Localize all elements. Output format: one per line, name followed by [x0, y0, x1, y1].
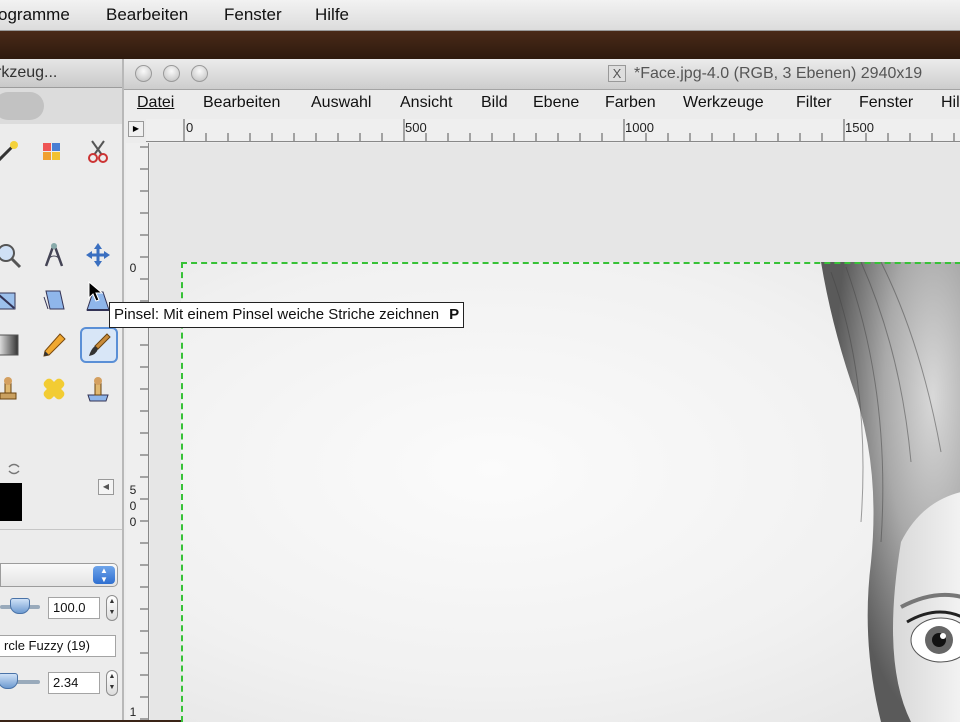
menu-bearbeiten[interactable]: Bearbeiten [106, 5, 188, 25]
menu-farben[interactable]: Farben [605, 94, 656, 112]
opacity-slider-handle[interactable] [10, 598, 30, 614]
toolbox-divider [0, 529, 122, 530]
minimize-button[interactable] [163, 65, 180, 82]
image-window-titlebar[interactable]: X *Face.jpg-4.0 (RGB, 3 Ebenen) 2940x19 [124, 59, 960, 90]
pencil-icon[interactable] [38, 329, 70, 361]
toolbox-titlebar[interactable]: rkzeug... [0, 59, 122, 88]
toolbox-header-strip [0, 88, 122, 124]
move-icon[interactable] [82, 239, 114, 271]
mode-select[interactable]: ▲ ▼ [0, 563, 118, 587]
foreground-color-swatch[interactable] [0, 483, 22, 521]
scale-icon[interactable] [0, 285, 24, 317]
hruler-label-0: 0 [186, 120, 194, 135]
image-window: X *Face.jpg-4.0 (RGB, 3 Ebenen) 2940x19 … [124, 59, 960, 722]
desktop-background [0, 31, 960, 59]
measure-icon[interactable] [38, 239, 70, 271]
menu-ansicht[interactable]: Ansicht [400, 94, 452, 112]
image-menu-bar: Datei Bearbeiten Auswahl Ansicht Bild Eb… [124, 90, 960, 117]
opacity-field[interactable]: 100.0 [48, 597, 100, 619]
menu-bild[interactable]: Bild [481, 94, 508, 112]
menu-datei[interactable]: Datei [137, 94, 174, 112]
toolbox-window: rkzeug... ◀ ▲ ▼ 100.0 ▲ ▼ rcle Fuzzy (19… [0, 59, 124, 720]
tooltip-shortcut: P [449, 306, 460, 323]
vruler-label-5: 5 [129, 483, 137, 497]
vertical-ruler[interactable]: 0 5 0 0 1 [126, 143, 149, 720]
hruler-label-500: 500 [405, 120, 427, 135]
window-title: *Face.jpg-4.0 (RGB, 3 Ebenen) 2940x19 [634, 65, 923, 82]
menu-ebene[interactable]: Ebene [533, 94, 579, 112]
scale-field[interactable]: 2.34 [48, 672, 100, 694]
tooltip-text: Pinsel: Mit einem Pinsel weiche Striche … [114, 306, 440, 323]
scale-slider-handle[interactable] [0, 673, 18, 689]
image-canvas[interactable] [150, 143, 960, 722]
close-button[interactable] [135, 65, 152, 82]
zoom-icon[interactable] [0, 239, 24, 271]
menu-hilfe-img[interactable]: Hil [941, 94, 960, 112]
mouse-cursor-icon [88, 281, 104, 302]
shear-icon[interactable] [38, 285, 70, 317]
select-arrows-icon: ▲ ▼ [93, 566, 115, 584]
zoom-button[interactable] [191, 65, 208, 82]
blend-icon[interactable] [0, 329, 24, 361]
selection-marquee [181, 262, 960, 722]
vruler-label-0c: 0 [129, 515, 137, 529]
menu-hilfe[interactable]: Hilfe [315, 5, 349, 25]
tooltip: Pinsel: Mit einem Pinsel weiche Striche … [109, 302, 465, 328]
hruler-label-1500: 1500 [845, 120, 874, 135]
horizontal-ruler[interactable]: 0 500 1000 1500 [146, 119, 960, 142]
brush-field[interactable]: rcle Fuzzy (19) [0, 635, 116, 657]
menu-filter[interactable]: Filter [796, 94, 832, 112]
vruler-label-0b: 0 [129, 499, 137, 513]
quick-mask-toggle[interactable]: ▶ [128, 121, 144, 137]
scissors-icon[interactable] [82, 135, 114, 167]
scale-spinner[interactable]: ▲ ▼ [106, 670, 118, 696]
menu-werkzeuge[interactable]: Werkzeuge [683, 94, 764, 112]
vruler-label-0: 0 [129, 261, 137, 275]
x11-icon: X [608, 65, 626, 82]
opacity-spinner[interactable]: ▲ ▼ [106, 595, 118, 621]
menu-programme[interactable]: ogramme [0, 5, 70, 25]
hruler-label-1000: 1000 [625, 120, 654, 135]
menu-auswahl[interactable]: Auswahl [311, 94, 371, 112]
mac-menu-bar: ogramme Bearbeiten Fenster Hilfe [0, 0, 960, 31]
heal-icon[interactable] [38, 373, 70, 405]
vruler-label-1: 1 [129, 705, 137, 719]
select-by-color-icon[interactable] [38, 135, 70, 167]
menu-fenster-img[interactable]: Fenster [859, 94, 913, 112]
swap-colors-icon[interactable] [6, 461, 22, 477]
menu-bearbeiten-img[interactable]: Bearbeiten [203, 94, 280, 112]
menu-fenster[interactable]: Fenster [224, 5, 282, 25]
paintbrush-icon[interactable] [80, 327, 118, 363]
options-menu-icon[interactable]: ◀ [98, 479, 114, 495]
toolbox-title: rkzeug... [0, 64, 58, 81]
clone-icon[interactable] [0, 373, 24, 405]
perspective-clone-icon[interactable] [82, 373, 114, 405]
fuzzy-select-icon[interactable] [0, 135, 24, 167]
